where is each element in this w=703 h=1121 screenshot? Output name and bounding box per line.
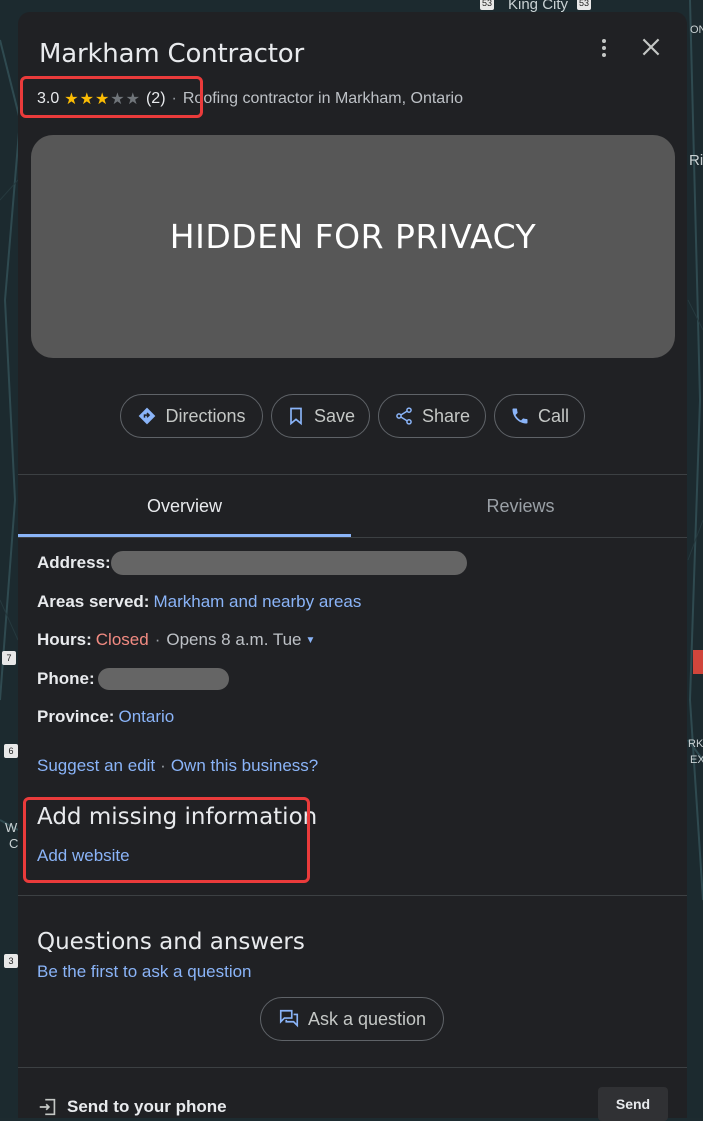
highlight-box-rating [20,76,203,118]
map-label-rkd: RKD [688,738,703,750]
place-title: Markham Contractor [39,39,304,69]
separator-dot: · [154,630,161,649]
phone-label: Phone: [37,669,95,688]
directions-button[interactable]: Directions [120,394,263,438]
save-label: Save [313,405,356,426]
own-business-link[interactable]: Own this business? [171,756,318,776]
more-vert-icon [602,39,606,43]
map-label-w: W [5,820,18,835]
redacted-phone [97,668,229,690]
areas-served-row: Areas served: Markham and nearby areas [37,592,361,612]
province-label: Province: [37,707,115,726]
areas-served-link[interactable]: Markham and nearby areas [153,592,361,612]
redacted-address [110,551,467,575]
province-link[interactable]: Ontario [118,707,174,727]
phone-icon [512,408,528,424]
place-photo[interactable]: HIDDEN FOR PRIVACY [31,135,675,358]
divider [18,1067,687,1068]
more-vert-icon [602,46,606,50]
qa-prompt-row: Be the first to ask a question [37,962,252,982]
share-label: Share [421,405,471,426]
close-button[interactable] [638,34,664,60]
tab-overview[interactable]: Overview [18,475,351,537]
send-to-phone-row: Send to your phone [37,1096,227,1118]
map-label-ex: EX [690,754,703,766]
tab-bar: Overview Reviews [18,475,687,537]
hours-next-open: Opens 8 a.m. Tue [166,630,302,649]
province-row: Province: Ontario [37,707,174,727]
call-button[interactable]: Call [494,394,585,438]
qa-title: Questions and answers [37,929,305,955]
first-question-link[interactable]: Be the first to ask a question [37,962,252,982]
tab-reviews[interactable]: Reviews [354,475,687,537]
highway-shield: 53 [577,0,591,10]
address-label: Address: [37,553,111,572]
phone-row[interactable]: Phone: [37,668,229,690]
suggest-edit-link[interactable]: Suggest an edit [37,756,155,776]
highway-shield: 53 [480,0,494,10]
photo-placeholder-text: HIDDEN FOR PRIVACY [169,217,537,256]
call-label: Call [537,405,569,426]
action-buttons: Directions Save Share Call [18,394,687,440]
divider [18,895,687,896]
edit-links-row: Suggest an edit · Own this business? [37,756,318,776]
highway-shield: 3 [4,954,18,968]
close-icon [642,38,660,56]
more-vert-icon [602,53,606,57]
share-icon [396,407,412,425]
hours-row[interactable]: Hours: Closed · Opens 8 a.m. Tue ▼ [37,630,315,650]
highway-shield: 6 [4,744,18,758]
directions-label: Directions [165,405,246,426]
send-button[interactable]: Send [598,1087,668,1121]
separator-dot: · [160,756,166,775]
areas-served-label: Areas served: [37,592,150,611]
question-answer-icon [279,1009,299,1028]
bookmark-icon [290,407,302,426]
hours-label: Hours: [37,630,92,649]
ask-question-label: Ask a question [307,1008,427,1029]
place-panel: Markham Contractor 3.0 ★★★★★ (2) · Roofi… [18,12,687,1118]
share-button[interactable]: Share [378,394,486,438]
map-label-ri: Ri [689,152,703,169]
send-to-phone-label: Send to your phone [67,1097,227,1116]
address-row[interactable]: Address: [37,551,467,575]
send-to-device-icon [39,1098,56,1116]
more-options-button[interactable] [594,36,614,62]
map-label-c: C [9,836,19,851]
ask-question-button[interactable]: Ask a question [260,997,444,1041]
highway-shield: 7 [2,651,16,665]
hours-status: Closed [95,630,149,649]
place-category: Roofing contractor in Markham, Ontario [182,90,463,107]
divider [18,537,687,538]
map-label-on: ON [690,24,703,36]
dropdown-arrow-icon[interactable]: ▼ [306,635,316,646]
directions-icon [139,407,156,425]
save-button[interactable]: Save [271,394,370,438]
highlight-box-missing-info [23,797,310,883]
